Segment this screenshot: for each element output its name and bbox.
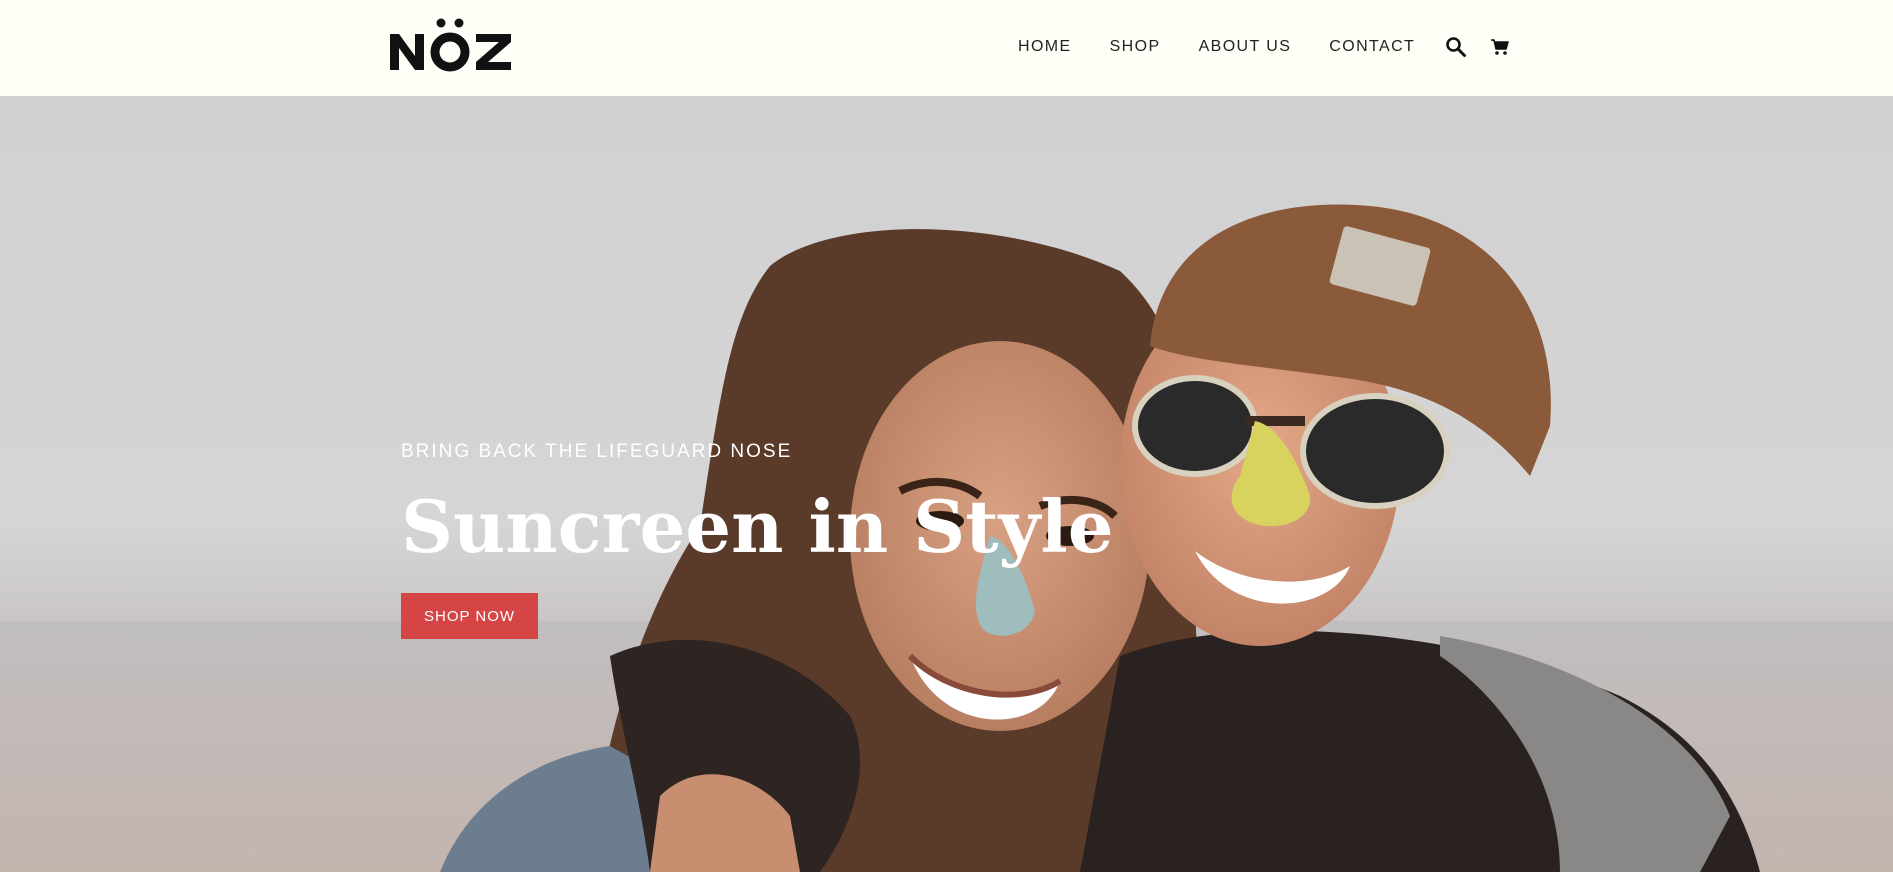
nav-shop[interactable]: SHOP	[1110, 37, 1161, 57]
site-header: HOME SHOP ABOUT US CONTACT	[0, 0, 1893, 96]
noz-logo[interactable]	[390, 18, 512, 74]
nav-contact[interactable]: CONTACT	[1329, 37, 1415, 57]
nav-home[interactable]: HOME	[1018, 37, 1072, 57]
hero-headline: Suncreen in Style	[401, 484, 1114, 569]
main-nav: HOME SHOP ABOUT US CONTACT	[1018, 36, 1511, 58]
cart-icon[interactable]	[1489, 36, 1511, 58]
hero-content: BRING BACK THE LIFEGUARD NOSE Suncreen i…	[401, 441, 1114, 639]
nav-about-us[interactable]: ABOUT US	[1199, 37, 1292, 57]
search-icon[interactable]	[1445, 36, 1467, 58]
hero-banner: BRING BACK THE LIFEGUARD NOSE Suncreen i…	[0, 96, 1893, 872]
hero-subheading: BRING BACK THE LIFEGUARD NOSE	[401, 441, 793, 462]
shop-now-button[interactable]: SHOP NOW	[401, 593, 539, 639]
